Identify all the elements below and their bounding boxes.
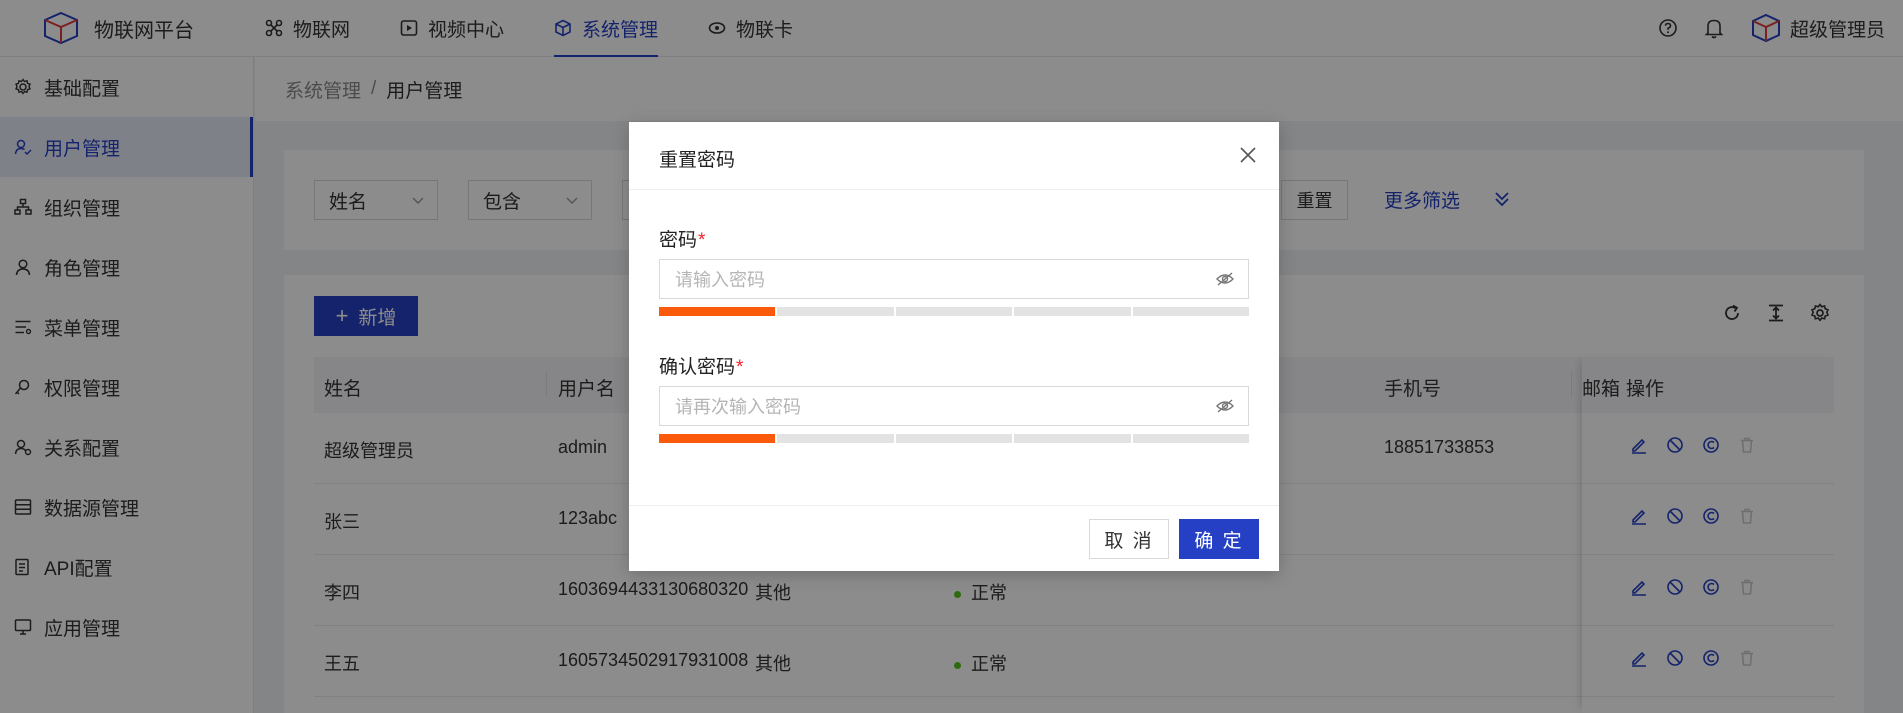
strength-segment [1132, 307, 1250, 316]
strength-segment [659, 307, 776, 316]
password-strength-meter [659, 307, 1250, 316]
password-label: 密码* [659, 225, 705, 252]
strength-segment [777, 434, 894, 443]
confirm-label-text: 确认密码 [659, 357, 736, 378]
confirm-placeholder: 请再次输入密码 [675, 397, 801, 417]
dialog-title: 重置密码 [659, 150, 736, 171]
strength-segment [1014, 307, 1131, 316]
password-input[interactable]: 请输入密码 [659, 259, 1249, 299]
strength-segment [1132, 434, 1250, 443]
strength-segment [1014, 434, 1131, 443]
close-icon[interactable] [1239, 146, 1257, 164]
strength-segment [777, 307, 894, 316]
required-mark: * [698, 230, 706, 251]
confirm-password-input[interactable]: 请再次输入密码 [659, 386, 1249, 426]
strength-segment [659, 434, 776, 443]
dialog-footer: 取 消 确 定 [629, 505, 1279, 571]
cancel-button[interactable]: 取 消 [1089, 519, 1169, 559]
reset-password-dialog: 重置密码 密码* 请输入密码 确认密码* 请再次输入密码 取 消 确 定 [629, 122, 1279, 571]
password-label-text: 密码 [659, 230, 698, 251]
eye-hidden-icon[interactable] [1216, 271, 1234, 287]
eye-hidden-icon[interactable] [1216, 398, 1234, 414]
strength-segment [895, 434, 1013, 443]
confirm-password-label: 确认密码* [659, 352, 743, 379]
required-mark: * [736, 357, 744, 378]
password-placeholder: 请输入密码 [675, 270, 765, 290]
strength-segment [895, 307, 1013, 316]
confirm-strength-meter [659, 434, 1250, 443]
confirm-button[interactable]: 确 定 [1179, 519, 1259, 559]
dialog-header: 重置密码 [629, 122, 1279, 190]
